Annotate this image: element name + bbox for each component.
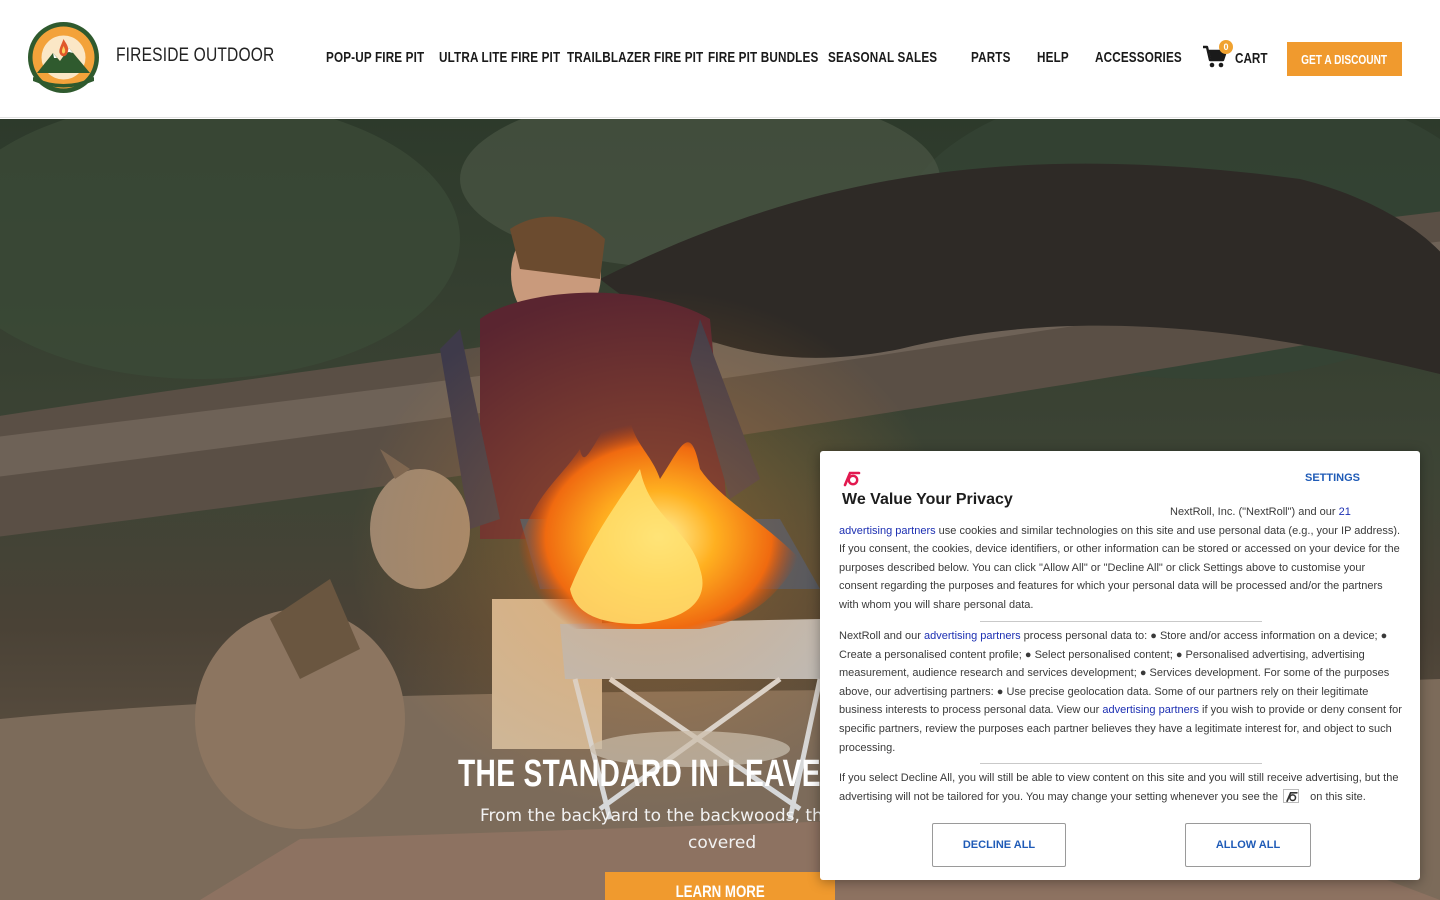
cart-label: CART <box>1235 50 1268 67</box>
nav-ultra-lite-fire-pit[interactable]: ULTRA LITE FIRE PIT <box>439 49 560 66</box>
divider <box>980 621 1262 622</box>
nav-accessories[interactable]: ACCESSORIES <box>1095 49 1182 66</box>
get-a-discount-button[interactable]: GET A DISCOUNT <box>1287 42 1402 76</box>
advertising-partners-link-3[interactable]: advertising partners <box>1102 704 1199 716</box>
fireside-outdoor-logo[interactable] <box>27 21 100 94</box>
advertising-partners-link-1[interactable]: advertising partners <box>839 525 936 537</box>
privacy-paragraph-2: NextRoll and our advertising partners pr… <box>839 627 1405 757</box>
p1-lead-text: NextRoll, Inc. ("NextRoll") and our <box>1170 506 1339 518</box>
p2-lead-text: NextRoll and our <box>839 630 924 642</box>
p1-rest-text: use cookies and similar technologies on … <box>839 524 1401 611</box>
learn-more-label: LEARN MORE <box>675 882 765 900</box>
allow-all-button[interactable]: ALLOW ALL <box>1185 823 1311 867</box>
divider <box>980 763 1262 764</box>
nav-pop-up-fire-pit[interactable]: POP-UP FIRE PIT <box>326 49 424 66</box>
nav-parts[interactable]: PARTS <box>971 49 1011 66</box>
decline-all-button[interactable]: DECLINE ALL <box>932 823 1066 867</box>
nextroll-logo-icon <box>843 471 861 487</box>
learn-more-button[interactable]: LEARN MORE <box>605 872 835 900</box>
cart-count-badge: 0 <box>1219 40 1233 54</box>
discount-button-label: GET A DISCOUNT <box>1301 51 1388 67</box>
nav-fire-pit-bundles[interactable]: FIRE PIT BUNDLES <box>708 49 818 66</box>
brand-name[interactable]: FIRESIDE OUTDOOR <box>116 45 274 67</box>
nav-seasonal-sales[interactable]: SEASONAL SALES <box>828 49 937 66</box>
privacy-paragraph-1: NextRoll, Inc. ("NextRoll") and our 21 ad… <box>839 503 1405 615</box>
p3-rest-text: on this site. <box>1307 790 1366 803</box>
privacy-paragraph-3: If you select Decline All, you will stil… <box>839 769 1405 806</box>
nav-help[interactable]: HELP <box>1037 49 1069 66</box>
cart-link[interactable]: 0 CART <box>1202 40 1272 74</box>
nav-trailblazer-fire-pit[interactable]: TRAILBLAZER FIRE PIT <box>567 49 703 66</box>
partners-count-link[interactable]: 21 <box>1339 506 1351 518</box>
advertising-partners-link-2[interactable]: advertising partners <box>924 630 1021 642</box>
privacy-settings-link[interactable]: SETTINGS <box>1305 472 1360 484</box>
nextroll-settings-icon[interactable] <box>1283 788 1300 803</box>
privacy-consent-modal: We Value Your Privacy SETTINGS NextRoll,… <box>820 451 1420 880</box>
site-header: FIRESIDE OUTDOOR POP-UP FIRE PIT ULTRA L… <box>0 0 1440 118</box>
